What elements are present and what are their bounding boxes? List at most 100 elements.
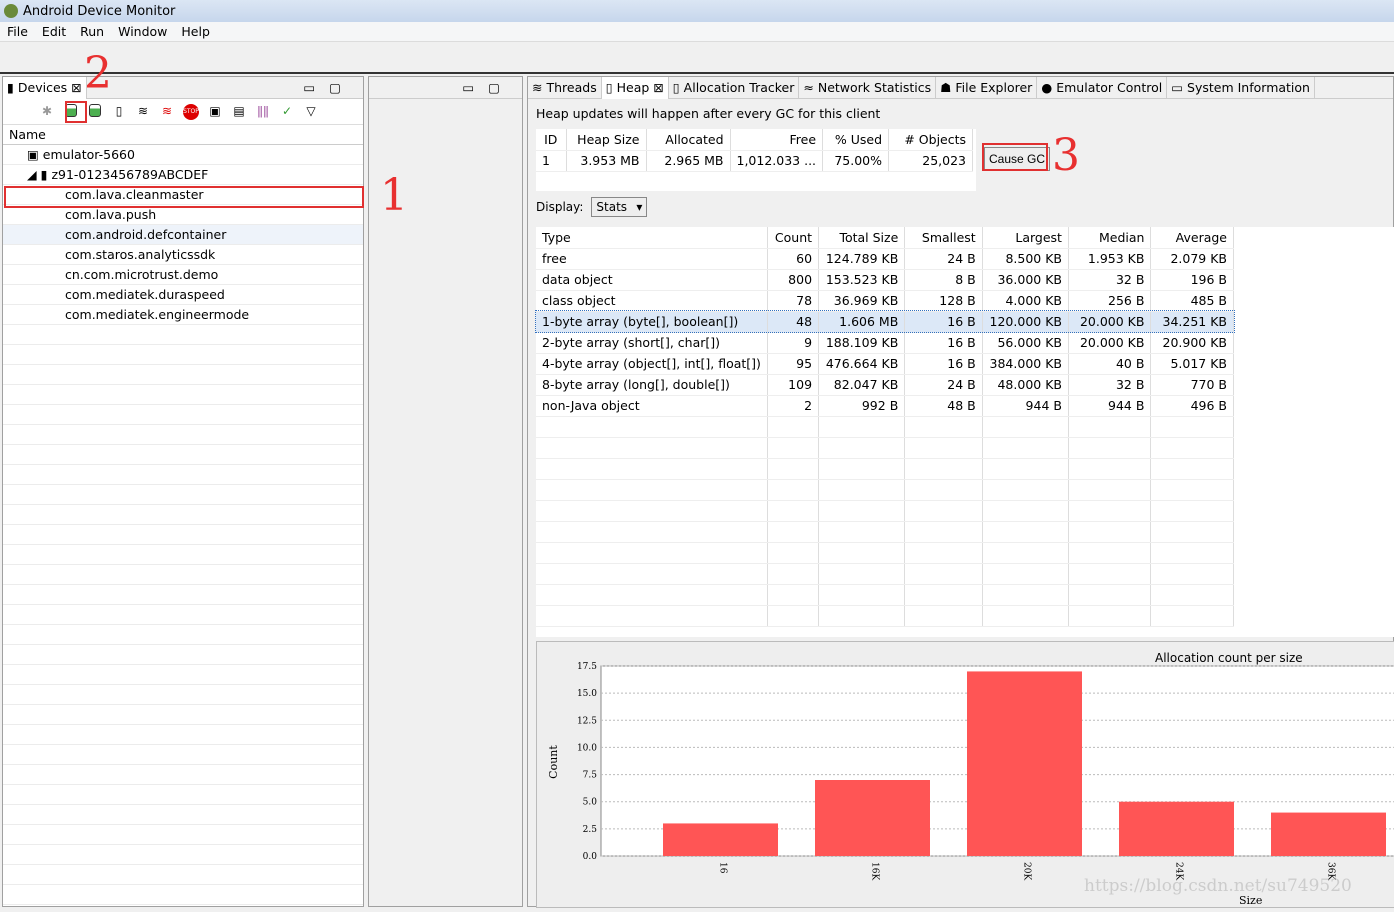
debug-icon[interactable]: ✱ (39, 104, 55, 120)
tab-network-statistics[interactable]: ≈ Network Statistics (799, 76, 937, 99)
menu-help[interactable]: Help (174, 24, 217, 39)
tab-emulator-control[interactable]: ● Emulator Control (1037, 76, 1168, 99)
name-column-header[interactable]: Name (3, 125, 363, 145)
emulator-icon: ● (1041, 80, 1053, 95)
annotation-2: 2 (84, 48, 112, 99)
device-list-item[interactable]: com.android.defcontainer (3, 225, 363, 245)
bar-16 (663, 823, 778, 856)
tab-devices[interactable]: ▮ Devices ⊠ (3, 76, 87, 99)
tab-system-information[interactable]: ▭ System Information (1167, 76, 1315, 99)
device-list-item[interactable]: com.staros.analyticssdk (3, 245, 363, 265)
stats-row[interactable]: data object 800 153.523 KB 8 B 36.000 KB 32 B… (536, 269, 1234, 291)
dump-view-hierarchy-icon[interactable]: ▤ (231, 104, 247, 120)
cause-gc-icon[interactable]: ▯ (111, 104, 127, 120)
stats-row[interactable]: 2-byte array (short[], char[]) 9 188.109 K… (536, 332, 1234, 354)
menu-window[interactable]: Window (111, 24, 174, 39)
systrace-icon[interactable]: ǁǁ (255, 104, 271, 120)
device-label: com.staros.analyticssdk (65, 247, 216, 262)
close-icon[interactable]: ⊠ (71, 80, 81, 95)
tab-allocation-tracker[interactable]: ▯ Allocation Tracker (669, 76, 800, 99)
menu-run[interactable]: Run (73, 24, 111, 39)
empty-row (3, 525, 363, 545)
empty-row (3, 485, 363, 505)
device-list-item[interactable]: com.mediatek.duraspeed (3, 285, 363, 305)
opengl-trace-icon[interactable]: ✓ (279, 104, 295, 120)
y-tick-label: 7.5 (583, 771, 598, 781)
stop-process-icon[interactable]: STOP (183, 103, 199, 120)
empty-row (3, 745, 363, 765)
empty-row (3, 665, 363, 685)
stats-cell: 2-byte array (short[], char[]) (536, 332, 768, 354)
dump-hprof-icon[interactable] (87, 103, 103, 120)
summary-header[interactable]: Heap Size (566, 129, 647, 151)
menu-file[interactable]: File (0, 24, 35, 39)
close-icon[interactable]: ⊠ (653, 80, 663, 95)
annotation-1: 1 (380, 170, 408, 221)
stats-cell: 944 B (982, 395, 1069, 417)
chart-area: 0.0 2.5 5.0 7.5 10.0 12.5 15.0 17.5 16 16K 20K 24K 3… (536, 641, 1394, 908)
y-tick-label: 10.0 (577, 743, 597, 753)
device-list-item[interactable]: cn.com.microtrust.demo (3, 265, 363, 285)
stats-cell: 256 B (1068, 290, 1152, 312)
stats-row[interactable]: class object 78 36.969 KB 128 B 4.000 KB 256 … (536, 290, 1234, 312)
stats-header[interactable]: Average (1150, 227, 1234, 249)
empty-row (536, 584, 1234, 606)
stats-cell: 2 (767, 395, 820, 417)
device-list-item[interactable]: com.mediatek.engineermode (3, 305, 363, 325)
tab-file-explorer[interactable]: ☗ File Explorer (936, 76, 1038, 99)
stats-cell: 188.109 KB (818, 332, 906, 354)
stats-cell: 24 B (904, 248, 983, 270)
empty-row (536, 500, 1234, 522)
device-list-item[interactable]: ▣ emulator-5660 (3, 145, 363, 165)
summary-header[interactable]: # Objects (888, 129, 974, 151)
stats-cell: 20.000 KB (1068, 311, 1152, 333)
update-threads-icon[interactable]: ≋ (135, 104, 151, 120)
screen-capture-icon[interactable]: ▣ (207, 104, 223, 120)
display-label: Display: (536, 200, 584, 214)
empty-row (3, 445, 363, 465)
stats-header[interactable]: Median (1068, 227, 1152, 249)
summary-header[interactable]: ID (536, 129, 567, 151)
empty-row (3, 325, 363, 345)
stats-row[interactable]: 8-byte array (long[], double[]) 109 82.047… (536, 374, 1234, 396)
empty-row (536, 416, 1234, 438)
tab-label: Threads (546, 80, 597, 95)
minimize-maximize-icons[interactable]: ▭▢ (303, 80, 355, 95)
summary-header[interactable]: Free (730, 129, 824, 151)
stats-row[interactable]: 1-byte array (byte[], boolean[]) 48 1.606 … (535, 310, 1235, 333)
device-list-item[interactable]: com.lava.push (3, 205, 363, 225)
stats-row[interactable]: non-Java object 2 992 B 48 B 944 B 944 B 496 B (536, 395, 1234, 417)
tab-label: Heap (616, 80, 650, 95)
stats-header[interactable]: Smallest (904, 227, 983, 249)
device-label: emulator-5660 (42, 147, 135, 162)
stats-row[interactable]: free 60 124.789 KB 24 B 8.500 KB 1.953 KB 2.07… (536, 248, 1234, 270)
watermark: https://blog.csdn.net/su749520 (1084, 876, 1352, 896)
display-select[interactable]: Stats ▾ (591, 197, 648, 217)
summary-header[interactable]: % Used (822, 129, 890, 151)
y-tick-label: 17.5 (577, 662, 597, 672)
empty-row (3, 785, 363, 805)
empty-row (536, 458, 1234, 480)
stats-header[interactable]: Type (536, 227, 768, 249)
view-menu-icon[interactable]: ▽ (303, 104, 319, 120)
bar-20K (967, 671, 1082, 856)
start-method-profiling-icon[interactable]: ≋ (159, 104, 175, 120)
window-title: Android Device Monitor (23, 3, 176, 19)
tab-heap[interactable]: ▯ Heap ⊠ (601, 76, 669, 99)
menu-edit[interactable]: Edit (35, 24, 73, 39)
device-icon: ◢ ▮ (27, 167, 52, 182)
empty-row (3, 345, 363, 365)
stats-row[interactable]: 4-byte array (object[], int[], float[]) 9… (536, 353, 1234, 375)
summary-header[interactable]: Allocated (646, 129, 731, 151)
stats-cell: 16 B (904, 353, 983, 375)
stats-cell: 20.900 KB (1150, 332, 1234, 354)
tab-threads[interactable]: ≋ Threads (528, 76, 602, 99)
minimize-maximize-icons[interactable]: ▭▢ (369, 77, 522, 99)
stats-cell: 496 B (1150, 395, 1234, 417)
stats-header[interactable]: Largest (982, 227, 1069, 249)
empty-row (3, 865, 363, 885)
stats-header[interactable]: Total Size (818, 227, 906, 249)
device-list-item[interactable]: ◢ ▮ z91-0123456789ABCDEF (3, 165, 363, 185)
empty-row (3, 685, 363, 705)
stats-header[interactable]: Count (767, 227, 820, 249)
